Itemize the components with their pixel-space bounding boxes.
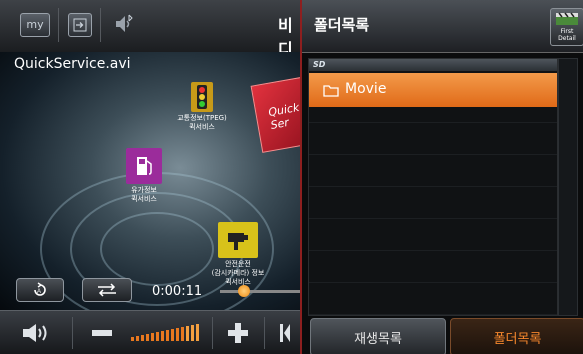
tab-playlist[interactable]: 재생목록 [310,318,446,354]
top-bar: my 비디 [0,0,300,59]
first-detail-button[interactable]: First Detail [550,8,583,46]
list-header: SD [309,59,557,71]
divider [72,317,73,349]
mute-button[interactable] [14,311,58,354]
my-label: my [26,18,44,31]
folder-name: Movie [345,81,387,97]
tab-label: 폴더목록 [493,331,542,347]
poi-label: 안전운전 (감시카메라) 정보 퀵서비스 [211,260,265,286]
exit-button[interactable] [68,13,92,37]
tab-folder-list[interactable]: 폴더목록 [450,318,583,354]
divider [58,8,59,42]
previous-button[interactable] [272,311,298,354]
tab-label: 재생목록 [354,331,402,347]
speed-camera-icon [218,222,258,258]
sd-card-icon: SD [313,60,326,69]
folder-panel: 폴더목록 First Detail SD Movie 재생목록 폴더목록 [300,0,583,354]
quickservice-cube: Quick Ser [250,75,300,153]
repeat-button[interactable]: A [16,278,64,302]
first-detail-label: First Detail [558,28,576,42]
panel-title: 폴더목록 [314,16,370,34]
playback-time: 0:00:11 [152,284,203,299]
poi-safety-camera: 안전운전 (감시카메라) 정보 퀵서비스 [202,222,274,287]
bluetooth-audio-button[interactable] [112,12,136,40]
my-button[interactable]: my [20,13,50,37]
panel-header: 폴더목록 First Detail [302,0,583,53]
screen: my 비디 QuickService.avi 교통정보(TPEG) 퀵서비스 유… [0,0,583,354]
cube-text: Quick Ser [267,100,300,132]
list-item[interactable]: Movie [309,73,557,107]
exit-icon [73,18,87,32]
shuffle-icon [98,283,116,297]
svg-text:A: A [37,289,41,295]
bottom-bar [0,310,300,354]
shuffle-button[interactable] [82,278,132,302]
bluetooth-audio-icon [116,14,133,32]
volume-bars-icon [131,324,199,341]
divider [212,317,213,349]
seek-handle[interactable] [238,285,250,297]
poi-label: 교통정보(TPEG) 퀵서비스 [177,114,227,131]
seek-bar[interactable] [220,290,300,293]
volume-up-button[interactable] [220,311,256,354]
poi-label: 유가정보 퀵서비스 [131,186,157,203]
tunnel-ring [100,212,214,286]
poi-fuel: 유가정보 퀵서비스 [114,148,174,204]
folder-icon [323,85,339,97]
volume-down-button[interactable] [82,311,122,354]
divider [264,317,265,349]
repeat-icon: A [34,282,46,296]
poi-traffic: 교통정보(TPEG) 퀵서비스 [172,82,232,132]
video-player[interactable]: QuickService.avi 교통정보(TPEG) 퀵서비스 유가정보 퀵서… [0,52,300,310]
fuel-pump-icon [126,148,162,184]
volume-level[interactable] [130,311,204,354]
clapperboard-icon [556,12,578,25]
folder-list: SD Movie [308,58,558,316]
video-filename: QuickService.avi [14,56,131,72]
divider [100,8,101,42]
traffic-light-icon [191,82,213,112]
minus-icon [92,330,112,336]
scrollbar[interactable] [558,58,578,316]
speaker-icon [23,324,47,342]
skip-previous-icon [280,324,290,342]
plus-icon [228,323,248,343]
